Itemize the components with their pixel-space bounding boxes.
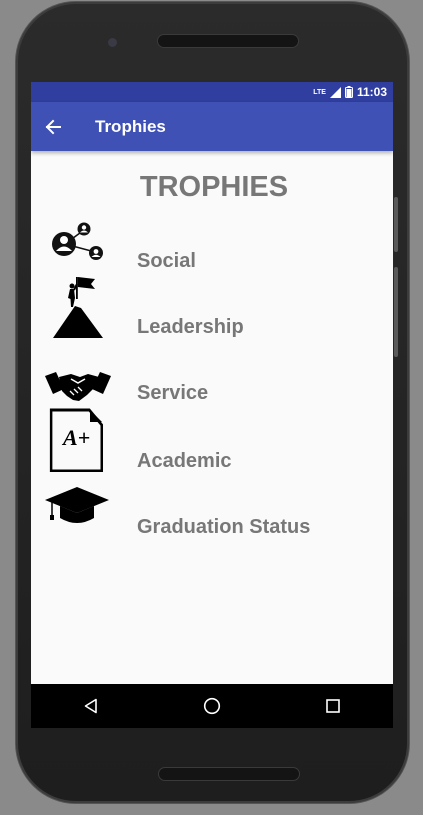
power-button <box>394 267 398 357</box>
svg-text:A+: A+ <box>61 425 90 450</box>
top-speaker <box>158 35 298 47</box>
nav-recents-button[interactable] <box>313 686 353 726</box>
network-type: LTE <box>313 88 326 96</box>
trophy-label-social: Social <box>137 250 196 272</box>
square-recents-icon <box>325 699 340 713</box>
battery-icon <box>344 86 353 98</box>
page-heading: TROPHIES <box>139 171 289 203</box>
back-button[interactable] <box>45 116 67 138</box>
screen: LTE 11:03 Trophies TROPHIES Social Leade… <box>31 82 393 728</box>
app-bar: Trophies <box>31 102 393 151</box>
trophy-label-leadership: Leadership <box>137 316 244 338</box>
trophy-row-leadership[interactable]: Leadership <box>31 272 393 340</box>
trophy-row-graduation[interactable]: Graduation Status <box>31 486 393 552</box>
signal-icon <box>329 86 341 98</box>
bottom-speaker <box>159 768 299 780</box>
status-bar: LTE 11:03 <box>31 82 393 102</box>
trophy-label-academic: Academic <box>137 450 232 472</box>
mountain-flag-icon <box>53 277 103 338</box>
toolbar-title: Trophies <box>95 116 166 136</box>
front-camera <box>108 38 117 47</box>
trophy-row-academic[interactable]: A+ Academic <box>31 408 393 472</box>
graduation-cap-icon <box>45 487 109 523</box>
a-plus-document-icon: A+ <box>49 408 104 472</box>
volume-button <box>394 197 398 252</box>
triangle-back-icon <box>85 698 98 714</box>
navigation-bar <box>31 684 393 728</box>
nav-home-button[interactable] <box>192 686 232 726</box>
trophy-label-graduation: Graduation Status <box>137 516 311 538</box>
arrow-back-icon <box>45 119 61 134</box>
circle-home-icon <box>203 697 221 715</box>
clock: 11:03 <box>356 85 387 99</box>
nav-back-button[interactable] <box>71 686 111 726</box>
trophy-label-service: Service <box>137 382 209 404</box>
